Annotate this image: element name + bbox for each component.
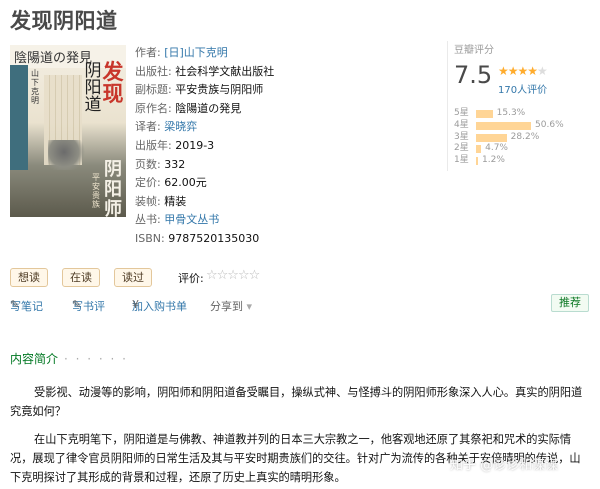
read-button[interactable]: 读过: [114, 268, 152, 287]
pencil-icon: ✎: [72, 298, 82, 311]
isbn-label: ISBN:: [135, 231, 165, 245]
rating-row: 5星 15.3%: [454, 108, 594, 120]
rating-row-label: 5星: [454, 108, 469, 118]
original-title-label: 原作名:: [135, 101, 172, 115]
add-cart-link[interactable]: ¥ 加入购书单: [132, 298, 187, 314]
rating-bar: [476, 121, 532, 130]
price-value: 62.00元: [164, 176, 207, 190]
pub-year-value: 2019-3: [175, 138, 215, 152]
original-title-value: 陰陽道の発見: [175, 101, 242, 115]
pages-value: 332: [164, 157, 186, 171]
book-cover[interactable]: 陰陽道の発見 山下克明 阴阳道 发现 平安贵族 阴阳师: [10, 45, 126, 217]
rating-row: 1星 1.2%: [454, 155, 594, 167]
rating-bar: [476, 133, 507, 142]
chevron-down-icon: ▾: [246, 300, 253, 313]
rating-row-percent: 4.7%: [485, 143, 508, 154]
book-info: 作者: [日]山下克明 出版社: 社会科学文献出版社 副标题: 平安贵族与阴阳师…: [135, 44, 435, 249]
author-label: 作者:: [135, 46, 161, 59]
reading-button[interactable]: 在读: [62, 268, 100, 287]
translator-link[interactable]: 梁晓弈: [164, 120, 197, 133]
recommend-button[interactable]: 推荐: [551, 294, 589, 312]
rating-row-label: 1星: [454, 155, 469, 166]
rating-stars: ★★★★★: [498, 64, 548, 78]
author-link[interactable]: [日]山下克明: [164, 46, 228, 59]
subtitle-label: 副标题:: [135, 83, 172, 97]
cover-author-vertical: 山下克明: [31, 69, 39, 105]
rating-row-label: 2星: [454, 143, 469, 154]
section-dots: · · · · · ·: [64, 352, 128, 366]
rating-row-percent: 50.6%: [535, 119, 564, 130]
translator-label: 译者:: [135, 120, 161, 134]
publisher-value: 社会科学文献出版社: [175, 64, 275, 78]
pub-year-label: 出版年:: [135, 138, 172, 152]
rating-header: 豆瓣评分: [454, 45, 494, 56]
action-bar: 想读 在读 读过 评价: ☆☆☆☆☆: [10, 268, 290, 288]
binding-label: 装帧:: [135, 194, 161, 208]
rating-row-label: 4星: [454, 119, 469, 130]
rating-bar: [476, 157, 478, 166]
cover-subtitle-vertical: 平安贵族: [92, 173, 100, 209]
rating-panel: 豆瓣评分 7.5 ★★★★★ 170人评价 5星 15.3% 4星 50.6% 3星 28…: [447, 41, 590, 171]
yen-icon: ¥: [132, 298, 139, 311]
rating-row-percent: 15.3%: [496, 108, 526, 118]
isbn-value: 9787520135030: [168, 231, 260, 245]
subtitle-value: 平安贵族与阴阳师: [175, 83, 264, 97]
rating-row: 2星 4.7%: [454, 143, 594, 155]
link-bar: ✎ 写笔记 ✎ 写书评 ¥ 加入购书单 分享到 ▾: [10, 298, 410, 316]
cover-title-vertical: 阴阳道: [84, 61, 102, 115]
share-dropdown[interactable]: 分享到 ▾: [210, 298, 252, 314]
rating-bar: [476, 145, 482, 154]
cover-white-title: 阴阳师: [104, 159, 122, 218]
pencil-icon: ✎: [10, 298, 20, 311]
intro-paragraph-1: 受影视、动漫等的影响，阴阳师和阴阳道备受瞩目，操纵式神、与怪搏斗的阴阳师形象深入…: [10, 386, 583, 418]
rating-count-link[interactable]: 170人评价: [498, 81, 547, 96]
rating-distribution: 5星 15.3% 4星 50.6% 3星 28.2% 2星 4.7% 1星 1.2%: [454, 108, 594, 167]
series-label: 丛书:: [135, 213, 161, 227]
write-review-link[interactable]: ✎ 写书评: [72, 298, 105, 314]
rating-score: 7.5: [454, 61, 493, 89]
pages-label: 页数:: [135, 157, 161, 171]
rate-label: 评价:: [178, 272, 204, 285]
cover-ink-art: [48, 140, 88, 170]
rating-row-percent: 1.2%: [482, 155, 505, 166]
rating-row-label: 3星: [454, 131, 469, 142]
binding-value: 精装: [164, 194, 187, 208]
want-read-button[interactable]: 想读: [10, 268, 48, 287]
cover-red-title: 发现: [102, 59, 124, 106]
series-link[interactable]: 甲骨文丛书: [164, 213, 219, 226]
watermark-text: 知乎 @诊诊和谋谋: [450, 458, 559, 473]
section-heading: 内容简介 · · · · · ·: [10, 352, 128, 366]
rating-row: 4星 50.6%: [454, 120, 594, 132]
cover-color-band: [10, 65, 28, 170]
rating-row: 3星 28.2%: [454, 132, 594, 144]
rate-stars-input[interactable]: ☆☆☆☆☆: [206, 268, 260, 283]
publisher-label: 出版社:: [135, 64, 172, 78]
price-label: 定价:: [135, 176, 161, 190]
write-note-link[interactable]: ✎ 写笔记: [10, 298, 43, 314]
rating-row-percent: 28.2%: [510, 131, 540, 142]
rating-bar: [476, 110, 493, 118]
book-title: 发现阴阳道: [10, 9, 118, 33]
